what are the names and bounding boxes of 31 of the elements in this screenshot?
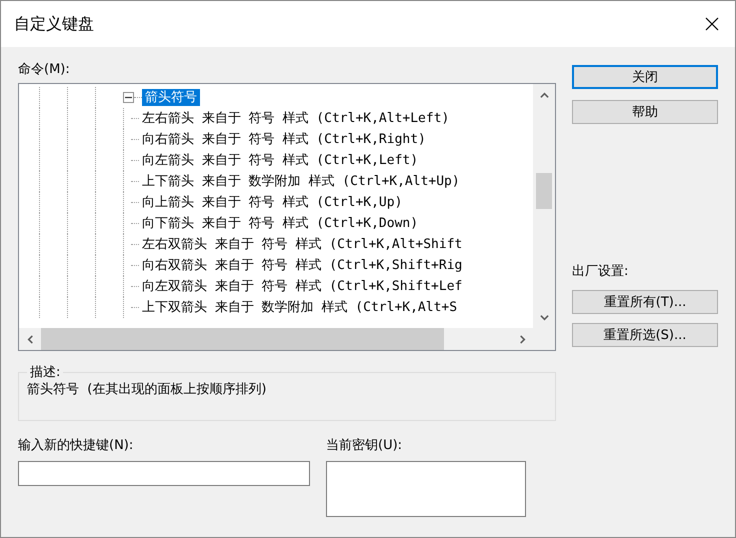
new-shortcut-field[interactable]: [18, 461, 310, 486]
tree-item[interactable]: 向下箭头 来自于 符号 样式 (Ctrl+K,Down): [139, 215, 422, 232]
tree-item[interactable]: 向左箭头 来自于 符号 样式 (Ctrl+K,Left): [139, 152, 422, 169]
tree-item[interactable]: 左右箭头 来自于 符号 样式 (Ctrl+K,Alt+Left): [139, 110, 452, 127]
reset-all-button[interactable]: 重置所有(T)...: [572, 290, 718, 314]
tree-item[interactable]: 向右箭头 来自于 符号 样式 (Ctrl+K,Right): [139, 131, 429, 148]
new-shortcut-label: 输入新的快捷键(N):: [18, 437, 134, 455]
command-tree[interactable]: [18, 83, 556, 351]
current-keys-list[interactable]: [326, 461, 526, 517]
close-icon: [705, 17, 719, 31]
collapse-icon[interactable]: [123, 92, 134, 103]
tree-item[interactable]: 上下箭头 来自于 数学附加 样式 (Ctrl+K,Alt+Up): [139, 173, 463, 190]
close-dialog-button[interactable]: 关闭: [572, 65, 718, 89]
factory-settings-label: 出厂设置:: [572, 263, 630, 281]
vertical-scrollbar[interactable]: [533, 84, 555, 328]
tree-item[interactable]: 上下双箭头 来自于 数学附加 样式 (Ctrl+K,Alt+S: [139, 299, 460, 316]
window-title: 自定义键盘: [14, 14, 94, 34]
help-button[interactable]: 帮助: [572, 100, 718, 124]
description-text: 箭头符号 (在其出现的面板上按顺序排列): [27, 381, 268, 399]
tree-item[interactable]: 向右双箭头 来自于 符号 样式 (Ctrl+K,Shift+Rig: [139, 257, 466, 274]
commands-label: 命令(M):: [18, 61, 71, 79]
current-keys-label: 当前密钥(U):: [326, 437, 404, 455]
scroll-thumb[interactable]: [41, 328, 444, 350]
tree-item[interactable]: 向上箭头 来自于 符号 样式 (Ctrl+K,Up): [139, 194, 406, 211]
horizontal-scrollbar[interactable]: [19, 328, 533, 350]
tree-item[interactable]: 箭头符号: [142, 89, 200, 106]
scroll-thumb[interactable]: [536, 173, 552, 209]
description-label: 描述:: [29, 364, 62, 381]
tree-item[interactable]: 向左双箭头 来自于 符号 样式 (Ctrl+K,Shift+Lef: [139, 278, 466, 295]
tree-item[interactable]: 左右双箭头 来自于 符号 样式 (Ctrl+K,Alt+Shift: [139, 236, 466, 253]
reset-selected-button[interactable]: 重置所选(S)...: [572, 323, 718, 347]
